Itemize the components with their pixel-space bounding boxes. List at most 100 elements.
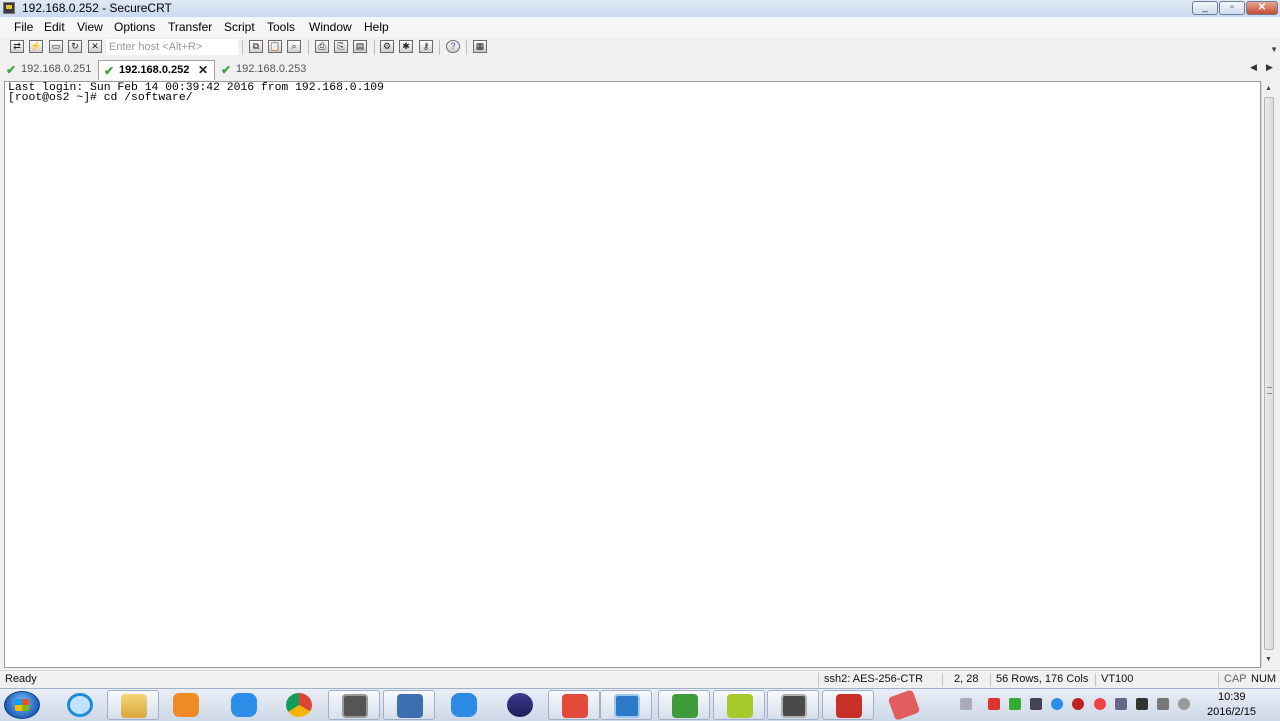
taskbar-securecrt[interactable] <box>328 690 380 720</box>
tab-label: 192.168.0.252 <box>119 64 190 76</box>
taskbar-tool-app[interactable] <box>548 690 600 720</box>
taskbar-eraser-app[interactable] <box>878 689 930 721</box>
status-emulation: VT100 <box>1101 673 1134 685</box>
keyboard-tray-icon[interactable] <box>960 698 972 710</box>
maximize-button[interactable]: ▫ <box>1219 1 1245 15</box>
tab-192-168-0-253[interactable]: ✔ 192.168.0.253 <box>216 60 316 80</box>
menu-window[interactable]: Window <box>309 20 352 34</box>
start-button[interactable] <box>4 691 40 719</box>
eclipse-icon <box>507 693 533 717</box>
taskbar-chrome[interactable] <box>273 690 325 720</box>
terminal-line: [root@os2 ~]# cd /software/ <box>8 92 193 104</box>
taskbar-file-explorer[interactable] <box>107 690 159 720</box>
project-app-icon <box>672 694 698 718</box>
minimize-button[interactable]: _ <box>1192 1 1218 15</box>
taskbar-eclipse[interactable] <box>494 690 546 720</box>
menu-options[interactable]: Options <box>114 20 155 34</box>
securecrt-app-icon[interactable] <box>3 2 15 14</box>
cloud-icon <box>231 693 257 717</box>
cloud-tray-icon[interactable] <box>1051 698 1063 710</box>
close-button[interactable]: ✕ <box>1246 1 1278 15</box>
feather-icon <box>451 693 477 717</box>
print-selection-icon[interactable]: ⎘ <box>334 40 348 53</box>
find-icon[interactable]: ⌕ <box>287 40 301 53</box>
menu-file[interactable]: File <box>14 20 33 34</box>
shield-tray-icon[interactable] <box>1072 698 1084 710</box>
toolbar-separator <box>466 40 467 55</box>
toolbar: ⇄ ⚡ ▭ ↻ ✕ ⧉ 📋 ⌕ ⎙ ⎘ ▤ ⚙ ✱ ⚷ ? ▦ ▼ <box>0 37 1280 59</box>
session-options-icon[interactable]: ⚙ <box>380 40 394 53</box>
menu-tools[interactable]: Tools <box>267 20 295 34</box>
taskbar-pdf-app[interactable] <box>822 690 874 720</box>
taskbar-securecrt-active[interactable] <box>767 690 819 720</box>
menu-script[interactable]: Script <box>224 20 255 34</box>
clock-time[interactable]: 10:39 <box>1218 691 1246 703</box>
volume-icon[interactable] <box>1178 698 1190 710</box>
window-title: 192.168.0.252 - SecureCRT <box>22 1 172 15</box>
update-tray-icon[interactable] <box>1094 698 1106 710</box>
disconnect-icon[interactable]: ✕ <box>88 40 102 53</box>
connected-check-icon: ✔ <box>221 63 232 77</box>
menu-edit[interactable]: Edit <box>44 20 65 34</box>
virtualbox-icon <box>614 694 640 718</box>
scrollbar-thumb[interactable] <box>1264 97 1274 650</box>
status-terminal-size: 56 Rows, 176 Cols <box>996 673 1089 685</box>
scroll-down-icon[interactable]: ▼ <box>1265 656 1272 663</box>
scroll-up-icon[interactable]: ▲ <box>1265 85 1272 92</box>
taskbar-lock-app[interactable] <box>383 690 435 720</box>
taskbar-internet-explorer[interactable] <box>54 690 106 720</box>
taskbar-cloud-app[interactable] <box>218 690 270 720</box>
sftp-icon[interactable]: ▦ <box>473 40 487 53</box>
security-tray-icon[interactable] <box>1009 698 1021 710</box>
status-cursor-position: 2, 28 <box>954 673 979 685</box>
taskbar-feather-app[interactable] <box>438 690 490 720</box>
status-bar: Ready ssh2: AES-256-CTR 2, 28 56 Rows, 1… <box>0 670 1280 689</box>
status-separator <box>990 673 991 687</box>
taskbar-media-player[interactable] <box>160 690 212 720</box>
connected-check-icon: ✔ <box>104 64 115 78</box>
toolbar-separator <box>308 40 309 55</box>
reconnect-icon[interactable]: ↻ <box>68 40 82 53</box>
connect-icon[interactable]: ⇄ <box>10 40 24 53</box>
status-separator <box>818 673 819 687</box>
taskbar-project-app[interactable] <box>658 690 710 720</box>
menu-view[interactable]: View <box>77 20 103 34</box>
antivirus-tray-icon[interactable] <box>988 698 1000 710</box>
terminal-area[interactable]: Last login: Sun Feb 14 00:39:42 2016 fro… <box>4 81 1261 668</box>
m-app-icon <box>727 694 753 718</box>
taskbar-m-app[interactable] <box>713 690 765 720</box>
connect-in-tab-icon[interactable]: ▭ <box>49 40 63 53</box>
print-setup-icon[interactable]: ▤ <box>353 40 367 53</box>
taskbar-virtualbox[interactable] <box>600 690 652 720</box>
network-tray-icon[interactable] <box>1115 698 1127 710</box>
menu-bar: File Edit View Options Transfer Script T… <box>0 17 1280 37</box>
global-options-icon[interactable]: ✱ <box>399 40 413 53</box>
windows-tray-icon[interactable] <box>1030 698 1042 710</box>
print-icon[interactable]: ⎙ <box>315 40 329 53</box>
tool-app-icon <box>562 694 588 718</box>
tab-192-168-0-251[interactable]: ✔ 192.168.0.251 <box>1 60 97 80</box>
vertical-scrollbar[interactable]: ▲ ▼ <box>1261 81 1276 668</box>
tab-scroll-left-icon[interactable]: ◀ <box>1250 62 1257 73</box>
tab-label: 192.168.0.251 <box>21 63 92 75</box>
tab-label: 192.168.0.253 <box>236 63 307 75</box>
enter-host-input[interactable] <box>106 39 238 55</box>
securecrt-icon <box>781 694 807 718</box>
status-separator <box>1218 673 1219 687</box>
clock-date[interactable]: 2016/2/15 <box>1207 706 1256 718</box>
toolbar-separator <box>439 40 440 55</box>
menu-transfer[interactable]: Transfer <box>168 20 212 34</box>
menu-help[interactable]: Help <box>364 20 389 34</box>
tab-scroll-right-icon[interactable]: ▶ <box>1266 62 1273 73</box>
tab-192-168-0-252[interactable]: ✔ 192.168.0.252 ✕ <box>98 60 215 80</box>
keymap-icon[interactable]: ⚷ <box>419 40 433 53</box>
copy-icon[interactable]: ⧉ <box>249 40 263 53</box>
help-icon[interactable]: ? <box>446 40 460 53</box>
paste-icon[interactable]: 📋 <box>268 40 282 53</box>
tab-close-icon[interactable]: ✕ <box>198 61 208 79</box>
toolbar-overflow-icon[interactable]: ▼ <box>1270 45 1278 54</box>
toolbar-separator <box>374 40 375 55</box>
quick-connect-icon[interactable]: ⚡ <box>29 40 43 53</box>
bluetooth-tray-icon[interactable] <box>1136 698 1148 710</box>
monitor-tray-icon[interactable] <box>1157 698 1169 710</box>
